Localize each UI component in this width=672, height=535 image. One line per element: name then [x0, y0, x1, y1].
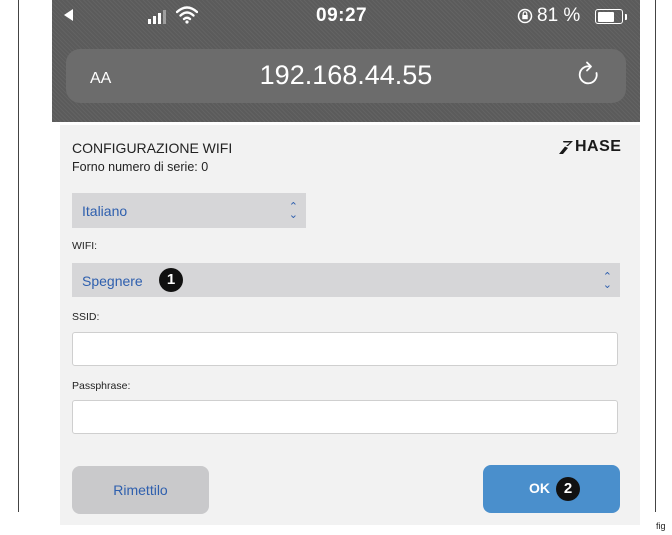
- ok-button[interactable]: OK 2: [483, 465, 620, 513]
- ssid-input[interactable]: [72, 332, 618, 366]
- select-chevrons-icon: ⌃ ⌄: [602, 271, 612, 291]
- language-select-value: Italiano: [82, 203, 128, 219]
- page-title: CONFIGURAZIONE WIFI: [72, 140, 233, 156]
- passphrase-input[interactable]: [72, 400, 618, 434]
- ssid-label: SSID:: [72, 311, 100, 323]
- select-chevrons-icon: ⌃ ⌄: [288, 201, 298, 221]
- serial-number: Forno numero di serie: 0: [72, 160, 209, 174]
- battery-percentage: 81 %: [537, 5, 581, 26]
- wifi-icon: [176, 6, 198, 24]
- brand-logo: HASE: [559, 138, 621, 156]
- reload-icon[interactable]: [576, 61, 602, 89]
- status-bar: 09:27 81 %: [52, 0, 640, 36]
- brand-name: HASE: [575, 138, 622, 155]
- browser-header: 09:27 81 % AA 192.168.44.55: [52, 0, 640, 122]
- figure-label: fig: [656, 521, 666, 531]
- cellular-signal-icon: [148, 10, 166, 24]
- reset-button[interactable]: Rimettilo: [72, 466, 209, 514]
- wifi-label: WIFI:: [72, 240, 98, 252]
- language-select[interactable]: Italiano ⌃ ⌄: [72, 193, 306, 228]
- figure-frame-right: [655, 0, 656, 512]
- callout-badge-2: 2: [556, 477, 580, 501]
- brand-logo-icon: [559, 140, 573, 154]
- figure-frame-left: [18, 0, 19, 512]
- callout-badge-1: 1: [159, 268, 183, 292]
- url-text[interactable]: 192.168.44.55: [66, 60, 626, 91]
- battery-icon: [595, 9, 627, 24]
- wifi-config-form: CONFIGURAZIONE WIFI Forno numero di seri…: [60, 125, 640, 525]
- passphrase-label: Passphrase:: [72, 380, 131, 392]
- ok-button-label: OK: [529, 480, 550, 496]
- status-time: 09:27: [316, 5, 368, 26]
- orientation-lock-icon: [517, 8, 533, 24]
- address-bar[interactable]: AA 192.168.44.55: [66, 49, 626, 103]
- wifi-mode-select[interactable]: Spegnere 1 ⌃ ⌄: [72, 263, 620, 297]
- wifi-mode-value: Spegnere: [82, 273, 143, 289]
- back-arrow-icon[interactable]: [64, 9, 73, 21]
